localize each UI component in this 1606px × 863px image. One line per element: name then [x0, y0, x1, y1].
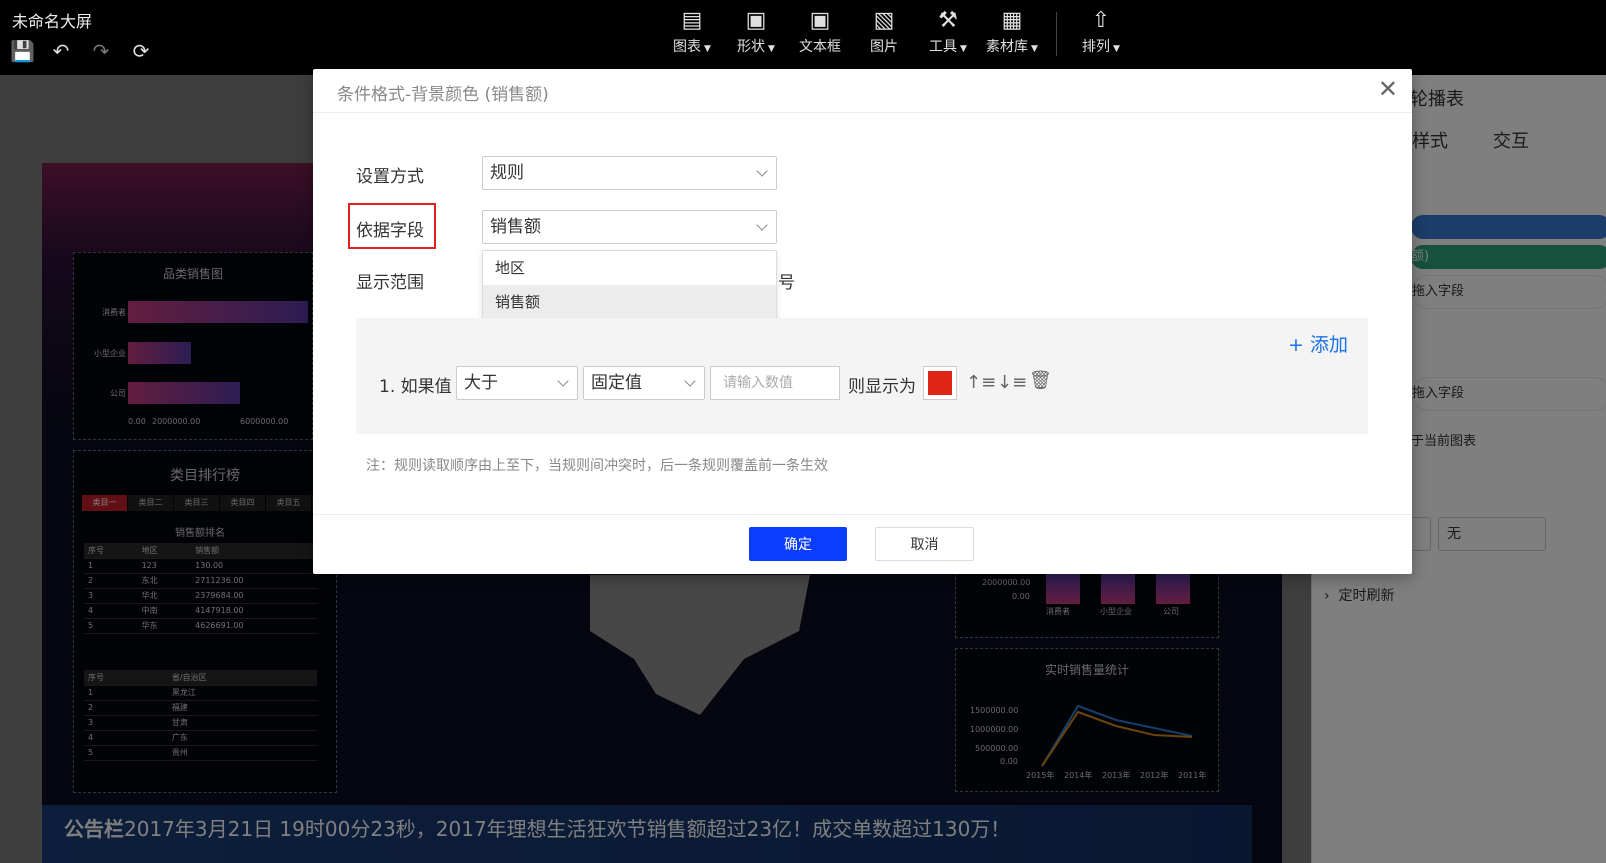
- color-swatch[interactable]: [923, 366, 957, 400]
- tool-shape[interactable]: ▣ 形状 ▼: [724, 6, 788, 56]
- tool-textbox[interactable]: ▣ 文本框: [788, 6, 852, 56]
- close-icon[interactable]: ✕: [1378, 77, 1398, 101]
- arrange-icon: ⇧: [1091, 8, 1111, 33]
- move-down-icon[interactable]: ↓≡: [997, 372, 1027, 393]
- dialog-header: 条件格式-背景颜色 (销售额) ✕: [313, 69, 1412, 113]
- tool-icon: ⚒: [938, 8, 958, 33]
- chart-icon: ▤: [681, 8, 703, 33]
- refresh-icon[interactable]: ⟳: [130, 40, 152, 62]
- color-swatch-fill: [928, 371, 952, 395]
- app-title: 未命名大屏: [12, 12, 93, 31]
- dialog-footer-divider: [313, 514, 1412, 515]
- cancel-button[interactable]: 取消: [875, 527, 974, 561]
- tool-tools[interactable]: ⚒ 工具 ▼: [916, 6, 980, 56]
- operator-select[interactable]: 大于: [456, 366, 578, 400]
- confirm-button[interactable]: 确定: [749, 527, 847, 561]
- field-label: 依据字段: [356, 221, 424, 241]
- tool-chart[interactable]: ▤ 图表 ▼: [660, 6, 724, 56]
- tool-image[interactable]: ▧ 图片: [852, 6, 916, 56]
- textbox-icon: ▣: [809, 8, 831, 33]
- image-icon: ▧: [873, 8, 895, 33]
- redo-icon[interactable]: ↷: [90, 40, 112, 62]
- chevron-down-icon: [756, 165, 768, 177]
- field-select[interactable]: 销售额: [482, 210, 777, 244]
- range-label: 显示范围: [356, 273, 424, 293]
- rule-prefix: 1. 如果值: [379, 377, 452, 397]
- value-type-select[interactable]: 固定值: [583, 366, 705, 400]
- shape-icon: ▣: [745, 8, 767, 33]
- rule-note: 注：规则读取顺序由上至下，当规则间冲突时，后一条规则覆盖前一条生效: [366, 458, 828, 474]
- tool-arrange[interactable]: ⇧ 排列 ▼: [1069, 6, 1133, 56]
- value-input[interactable]: 请输入数值: [710, 366, 840, 400]
- toolbar-divider: [1056, 12, 1057, 56]
- trash-icon[interactable]: 🗑: [1029, 370, 1052, 391]
- top-toolbar: 未命名大屏 💾 ↶ ↷ ⟳ ▤ 图表 ▼ ▣ 形状 ▼ ▣ 文本框 ▧ 图片 ⚒ 工具 ▼ ▦ 素…: [0, 0, 1606, 75]
- then-label: 则显示为: [848, 377, 916, 397]
- move-up-icon[interactable]: ↑≡: [966, 372, 996, 393]
- dropdown-option-region[interactable]: 地区: [483, 251, 776, 285]
- tool-library[interactable]: ▦ 素材库 ▼: [980, 6, 1044, 56]
- dialog-title: 条件格式-背景颜色 (销售额): [337, 85, 549, 105]
- toolbar-tools: ▤ 图表 ▼ ▣ 形状 ▼ ▣ 文本框 ▧ 图片 ⚒ 工具 ▼ ▦ 素材库 ▼ ⇧ 排列 ▼: [660, 6, 1133, 56]
- chevron-down-icon: [684, 375, 696, 387]
- chevron-down-icon: [756, 219, 768, 231]
- save-icon[interactable]: 💾: [10, 40, 35, 62]
- dropdown-option-sales[interactable]: 销售额: [483, 285, 776, 319]
- quick-actions: 💾 ↶ ↷ ⟳: [10, 40, 152, 62]
- field-dropdown: 地区 销售额: [482, 250, 777, 320]
- range-partial-text: 号: [778, 273, 795, 293]
- method-label: 设置方式: [356, 167, 424, 187]
- add-rule-button[interactable]: + 添加: [1288, 330, 1348, 357]
- chevron-down-icon: [557, 375, 569, 387]
- library-icon: ▦: [1001, 8, 1023, 33]
- undo-icon[interactable]: ↶: [50, 40, 72, 62]
- method-select[interactable]: 规则: [482, 156, 777, 190]
